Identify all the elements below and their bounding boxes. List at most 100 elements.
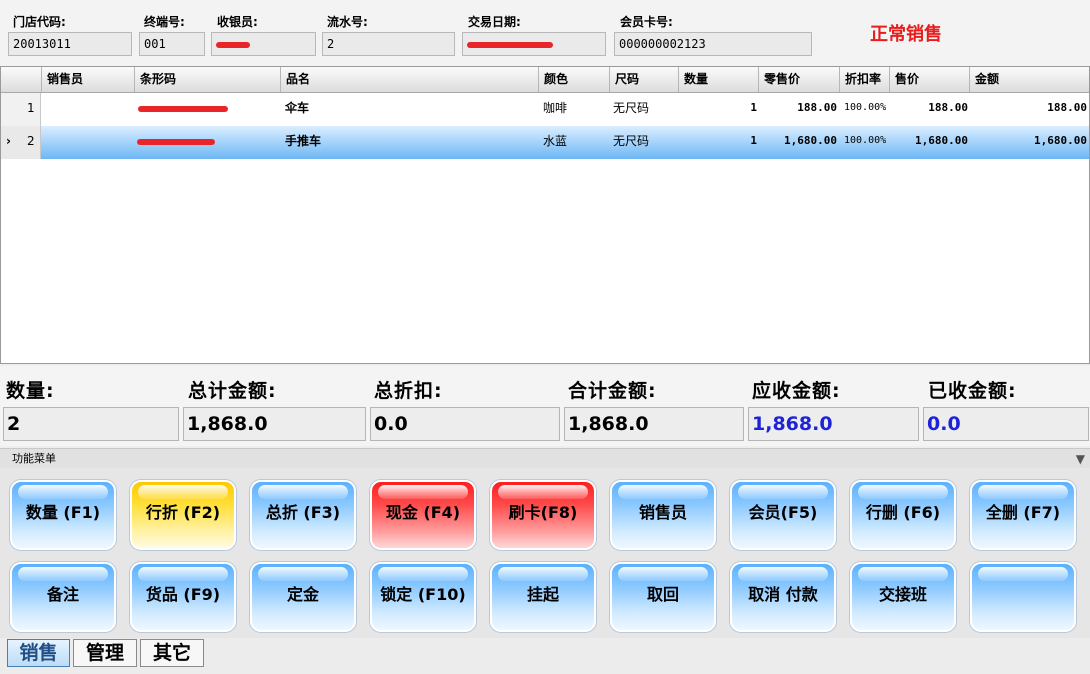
cash-button[interactable]: 现金 (F4) [370,480,476,550]
total-discount-value: 0.0 [370,407,560,441]
cashier-value[interactable] [211,32,316,56]
lock-button[interactable]: 锁定 (F10) [370,562,476,632]
cancel-payment-button[interactable]: 取消 付款 [730,562,836,632]
row-indicator[interactable]: › 2 [1,126,41,159]
cell-retail-price[interactable]: 1,680.00 [759,126,840,159]
trade-date-label: 交易日期: [468,15,521,29]
tab-other[interactable]: 其它 [140,639,204,667]
receivable-label: 应收金额: [752,380,841,402]
collapse-arrow-icon[interactable]: ▼ [1076,450,1085,469]
retrieve-button-label: 取回 [646,585,679,604]
cell-barcode[interactable] [138,93,228,126]
goods-button[interactable]: 货品 (F9) [130,562,236,632]
header: 门店代码: 20013011 终端号: 001 收银员: 流水号: 2 交易日期… [0,0,1090,66]
remark-button-label: 备注 [46,585,79,604]
column-header-discount[interactable]: 折扣率 [840,67,890,92]
goods-button-label: 货品 (F9) [145,585,221,604]
store-code-value[interactable]: 20013011 [8,32,132,56]
qty-total-value: 2 [3,407,179,441]
tab-management[interactable]: 管理 [73,639,137,667]
column-header-barcode[interactable]: 条形码 [135,67,281,92]
cell-price[interactable]: 188.00 [890,93,970,126]
card-button[interactable]: 刷卡(F8) [490,480,596,550]
sum-amount-value: 1,868.0 [564,407,744,441]
line-discount-button[interactable]: 行折 (F2) [130,480,236,550]
qty-button[interactable]: 数量 (F1) [10,480,116,550]
cell-size[interactable]: 无尺码 [613,93,649,126]
cell-size[interactable]: 无尺码 [613,126,649,159]
cell-price[interactable]: 1,680.00 [890,126,970,159]
remark-button[interactable]: 备注 [10,562,116,632]
qty-button-label: 数量 (F1) [25,503,101,522]
deposit-button[interactable]: 定金 [250,562,356,632]
member-button-label: 会员(F5) [748,503,818,522]
cell-qty[interactable]: 1 [679,126,759,159]
cashier-label: 收银员: [217,15,258,29]
sales-grid[interactable]: 销售员 条形码 品名 颜色 尺码 数量 零售价 折扣率 售价 金额 1 伞车 咖… [0,66,1090,364]
bottom-tabs: 销售 管理 其它 [0,638,1090,674]
store-code-label: 门店代码: [13,15,66,29]
lock-button-label: 锁定 (F10) [380,585,466,604]
row-indicator[interactable]: 1 [1,93,41,126]
cell-amount[interactable]: 1,680.00 [970,126,1089,159]
function-menu-bar: 功能菜单 ▼ [0,448,1090,468]
salesperson-button-label: 销售员 [638,503,687,522]
table-row-selected[interactable]: › 2 手推车 水蓝 无尺码 1 1,680.00 100.00% 1,680.… [1,126,1089,159]
cell-barcode[interactable] [137,126,215,159]
table-row[interactable]: 1 伞车 咖啡 无尺码 1 188.00 100.00% 188.00 188.… [1,93,1089,126]
row-number: 1 [27,101,35,115]
serial-label: 流水号: [327,15,368,29]
row-number: 2 [27,134,35,148]
tab-sales[interactable]: 销售 [7,639,70,667]
mode-title: 正常销售 [870,24,942,45]
total-amount-label: 总计金额: [188,380,277,402]
column-header-color[interactable]: 颜色 [539,67,610,92]
cell-retail-price[interactable]: 188.00 [759,93,840,126]
grid-header: 销售员 条形码 品名 颜色 尺码 数量 零售价 折扣率 售价 金额 [1,67,1089,93]
cell-color[interactable]: 水蓝 [543,126,567,159]
cash-button-label: 现金 (F4) [385,503,461,522]
cell-name[interactable]: 手推车 [285,126,321,159]
line-discount-button-label: 行折 (F2) [145,503,221,522]
column-header-salesperson[interactable]: 销售员 [42,67,135,92]
salesperson-button[interactable]: 销售员 [610,480,716,550]
total-amount-value: 1,868.0 [183,407,366,441]
cell-qty[interactable]: 1 [679,93,759,126]
received-value: 0.0 [923,407,1089,441]
terminal-value[interactable]: 001 [139,32,205,56]
delete-line-button[interactable]: 行删 (F6) [850,480,956,550]
cell-discount[interactable]: 100.00% [844,93,886,126]
member-card-label: 会员卡号: [620,15,673,29]
trade-date-value[interactable] [462,32,606,56]
blank-button[interactable] [970,562,1076,632]
column-header-qty[interactable]: 数量 [679,67,759,92]
terminal-label: 终端号: [144,15,185,29]
cell-name[interactable]: 伞车 [285,93,309,126]
receivable-value: 1,868.0 [748,407,919,441]
function-button-pad: 数量 (F1) 行折 (F2) 总折 (F3) 现金 (F4) 刷卡(F8) 销… [0,468,1090,638]
total-discount-label: 总折扣: [374,380,443,402]
retrieve-button[interactable]: 取回 [610,562,716,632]
delete-all-button[interactable]: 全删 (F7) [970,480,1076,550]
cancel-payment-button-label: 取消 付款 [748,585,818,604]
shift-handover-button[interactable]: 交接班 [850,562,956,632]
cell-amount[interactable]: 188.00 [970,93,1089,126]
total-discount-button[interactable]: 总折 (F3) [250,480,356,550]
suspend-button-label: 挂起 [526,585,559,604]
column-header-name[interactable]: 品名 [281,67,539,92]
function-menu-title: 功能菜单 [12,452,56,465]
sum-amount-label: 合计金额: [568,380,657,402]
member-card-value[interactable]: 000000002123 [614,32,812,56]
serial-value[interactable]: 2 [322,32,455,56]
shift-handover-button-label: 交接班 [878,585,927,604]
column-header-size[interactable]: 尺码 [610,67,679,92]
cell-discount[interactable]: 100.00% [844,126,886,159]
cell-color[interactable]: 咖啡 [543,93,567,126]
suspend-button[interactable]: 挂起 [490,562,596,632]
card-button-label: 刷卡(F8) [508,503,578,522]
column-header-amount[interactable]: 金额 [970,67,1089,92]
column-header-retail-price[interactable]: 零售价 [759,67,840,92]
delete-all-button-label: 全删 (F7) [985,503,1061,522]
member-button[interactable]: 会员(F5) [730,480,836,550]
column-header-price[interactable]: 售价 [890,67,970,92]
